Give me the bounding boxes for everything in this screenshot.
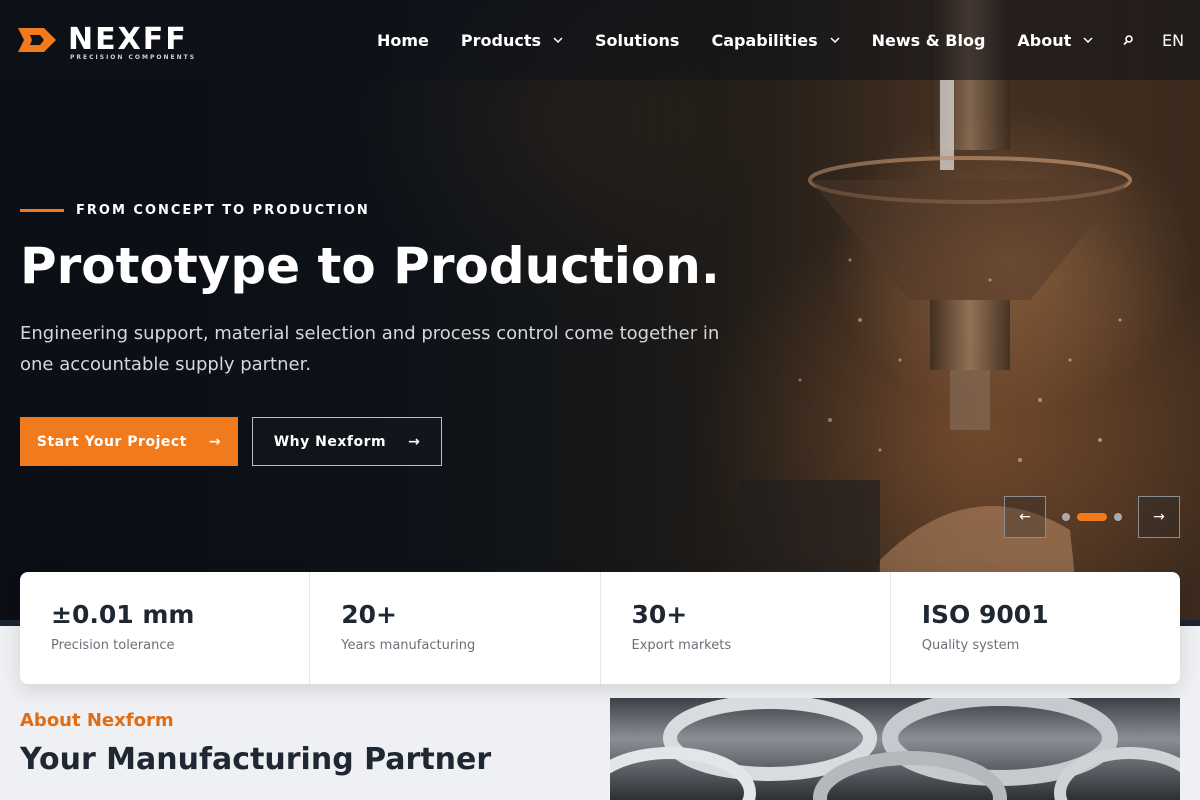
nav-about-label: About [1017, 30, 1072, 50]
chevron-down-icon [1083, 37, 1093, 43]
stat-value: ISO 9001 [921, 600, 1049, 629]
nav-capabilities[interactable]: Capabilities [711, 30, 840, 50]
eyebrow-accent-line [20, 209, 64, 212]
slider-dots [1062, 513, 1122, 521]
stat-label: Precision tolerance [51, 638, 175, 653]
logo-mark-icon [18, 28, 56, 52]
why-nexform-label: Why Nexform [273, 433, 387, 450]
site-header: NEXFF PRECISION COMPONENTS Home Products… [0, 0, 1200, 80]
nav-home[interactable]: Home [377, 31, 429, 50]
stat-label: Quality system [921, 638, 1020, 653]
logo-tagline: PRECISION COMPONENTS [70, 54, 197, 61]
stat-value: 30+ [631, 600, 688, 629]
arrow-right-icon: → [1153, 509, 1165, 525]
slider-dot-active[interactable] [1077, 513, 1107, 521]
main-nav: Home Products Solutions Capabilities New… [377, 30, 1125, 50]
nav-about[interactable]: About [1017, 31, 1093, 50]
stat-value: ±0.01 mm [51, 600, 195, 629]
nav-news-blog[interactable]: News & Blog [872, 31, 986, 50]
slider-prev-button[interactable]: ← [1004, 496, 1046, 538]
chevron-down-icon [830, 37, 840, 43]
start-project-button[interactable]: Start Your Project → [20, 417, 238, 466]
arrow-left-icon: ← [1019, 509, 1031, 525]
nav-products-label: Products [460, 30, 542, 50]
eyebrow-text: FROM CONCEPT TO PRODUCTION [76, 203, 370, 218]
why-nexform-button[interactable]: Why Nexform → [252, 417, 442, 466]
about-kicker: About Nexform [20, 710, 174, 731]
stat-years: 20+ Years manufacturing [310, 572, 601, 684]
hero-headline: Prototype to Production. [20, 237, 720, 295]
nav-home-label: Home [377, 30, 429, 50]
logo-wordmark: NEXFF [68, 22, 188, 57]
nav-capabilities-label: Capabilities [711, 30, 818, 50]
stat-quality: ISO 9001 Quality system [891, 572, 1180, 684]
stat-label: Export markets [631, 638, 732, 653]
hero-description: Engineering support, material selection … [20, 323, 720, 375]
hero-eyebrow: FROM CONCEPT TO PRODUCTION [20, 203, 370, 218]
stat-tolerance: ±0.01 mm Precision tolerance [20, 572, 311, 684]
search-icon[interactable] [1122, 34, 1134, 46]
about-photo [610, 698, 1180, 800]
nav-solutions[interactable]: Solutions [595, 31, 679, 50]
stat-label: Years manufacturing [341, 638, 476, 653]
language-switcher[interactable]: EN [1162, 31, 1184, 50]
stats-bar: ±0.01 mm Precision tolerance 20+ Years m… [20, 572, 1180, 684]
nav-solutions-label: Solutions [595, 30, 680, 50]
nav-news-blog-label: News & Blog [871, 30, 986, 50]
stat-value: 20+ [341, 600, 397, 629]
machined-rings-image [610, 698, 1180, 800]
brand-logo[interactable]: NEXFF PRECISION COMPONENTS [18, 22, 194, 61]
start-project-label: Start Your Project [36, 433, 187, 450]
slider-dot[interactable] [1114, 513, 1122, 521]
slider-next-button[interactable]: → [1138, 496, 1180, 538]
stat-markets: 30+ Export markets [601, 572, 891, 684]
about-title: Your Manufacturing Partner [20, 742, 492, 777]
chevron-down-icon [553, 37, 563, 43]
arrow-right-icon: → [208, 433, 222, 450]
slider-dot[interactable] [1062, 513, 1070, 521]
nav-products[interactable]: Products [461, 31, 563, 50]
arrow-right-icon: → [408, 433, 421, 450]
